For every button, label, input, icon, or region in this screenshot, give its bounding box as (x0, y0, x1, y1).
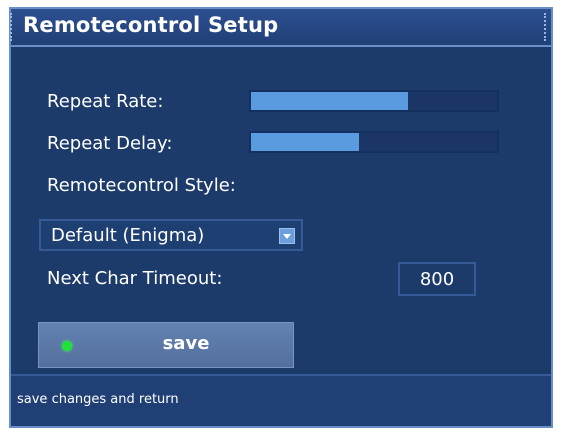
repeat-rate-slider[interactable] (249, 90, 499, 112)
repeat-delay-slider[interactable] (249, 131, 499, 153)
dropdown-selected-value: Default (Enigma) (51, 225, 205, 246)
repeat-delay-fill (251, 133, 360, 151)
title-bar: Remotecontrol Setup (10, 9, 551, 47)
save-button-label: save (162, 333, 210, 354)
settings-panel: Repeat Rate: Repeat Delay: Remotecontrol… (11, 47, 551, 376)
repeat-rate-fill (251, 92, 409, 110)
status-bar: save changes and return (11, 374, 551, 426)
repeat-rate-label: Repeat Rate: (47, 91, 164, 112)
repeat-delay-label: Repeat Delay: (47, 133, 173, 154)
remotecontrol-style-dropdown[interactable]: Default (Enigma) (39, 219, 303, 251)
setup-window: Remotecontrol Setup Repeat Rate: Repeat … (9, 7, 553, 428)
left-grip-icon (10, 13, 15, 41)
window-title: Remotecontrol Setup (23, 13, 279, 37)
next-char-timeout-label: Next Char Timeout: (47, 268, 223, 289)
status-text: save changes and return (17, 392, 179, 407)
timeout-value: 800 (419, 269, 455, 290)
next-char-timeout-input[interactable]: 800 (398, 262, 476, 296)
chevron-down-icon[interactable] (279, 228, 295, 244)
remotecontrol-style-label: Remotecontrol Style: (47, 175, 236, 196)
right-grip-icon (544, 13, 549, 41)
save-button[interactable]: save (38, 322, 294, 368)
